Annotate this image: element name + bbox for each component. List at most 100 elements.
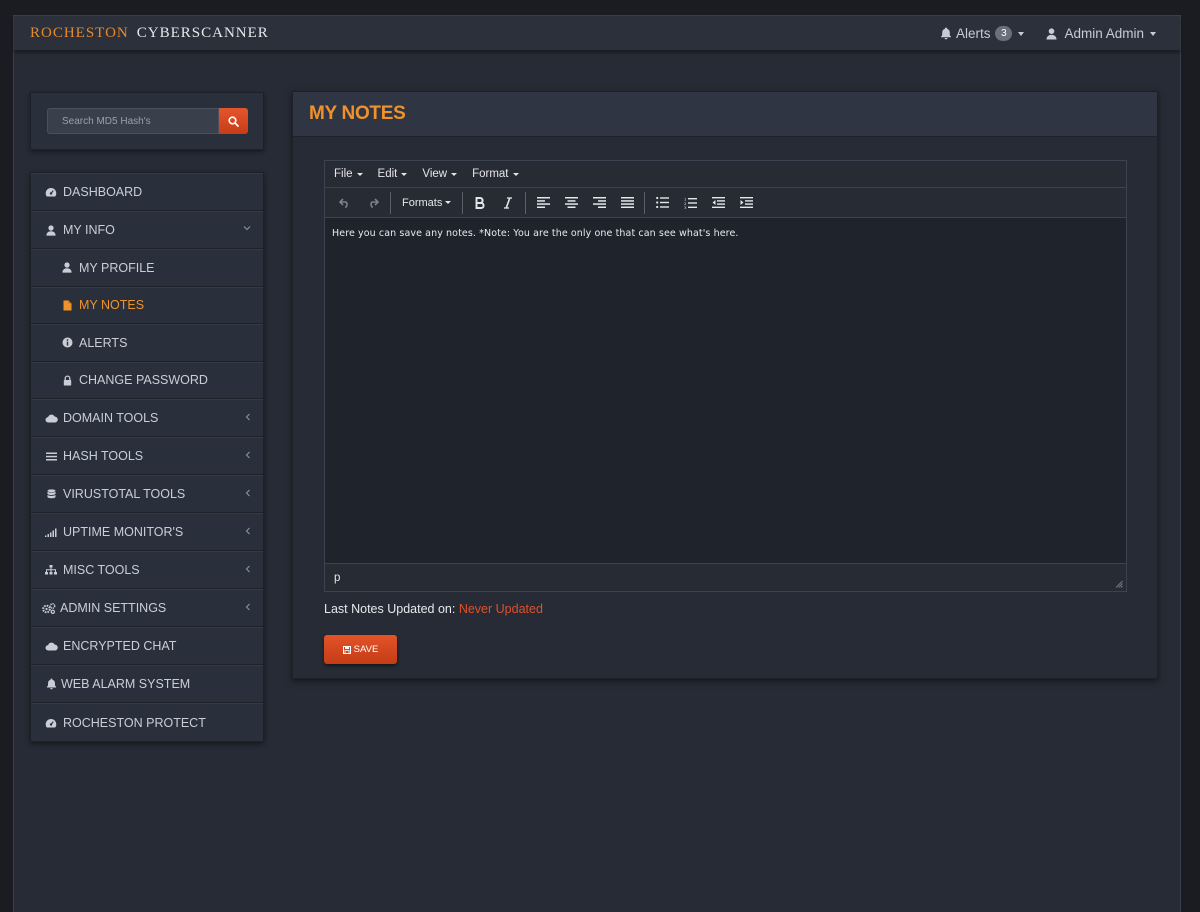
element-path[interactable]: p bbox=[334, 572, 340, 584]
search-md5-input[interactable] bbox=[47, 108, 219, 134]
italic-button[interactable] bbox=[494, 191, 522, 215]
sidebar-item-label: ROCHESTON PROTECT bbox=[63, 715, 206, 730]
search-icon bbox=[228, 115, 239, 127]
sidebar-item-label: DOMAIN TOOLS bbox=[63, 411, 159, 425]
chevron-left-icon bbox=[245, 527, 250, 535]
file-icon bbox=[63, 300, 71, 311]
svg-text:3: 3 bbox=[684, 205, 687, 209]
align-justify-icon bbox=[620, 197, 634, 208]
sidebar-item-my-profile[interactable]: MY PROFILE bbox=[31, 249, 263, 287]
last-updated-line: Last Notes Updated on: Never Updated bbox=[324, 602, 543, 616]
undo-button[interactable] bbox=[331, 191, 359, 215]
sidebar-item-label: ALERTS bbox=[79, 335, 128, 350]
signal-icon bbox=[45, 528, 57, 537]
sidebar-item-admin-settings[interactable]: ADMIN SETTINGS bbox=[31, 589, 263, 627]
outdent-icon bbox=[711, 197, 725, 208]
top-navbar: ROCHESTON CYBERSCANNER Alerts 3 Admin Adm… bbox=[14, 16, 1180, 51]
sidebar-item-my-info[interactable]: MY INFO bbox=[31, 211, 263, 249]
user-icon bbox=[62, 262, 72, 273]
sidebar-item-rocheston-protect[interactable]: ROCHESTON PROTECT bbox=[31, 703, 263, 741]
chevron-left-icon bbox=[245, 565, 250, 573]
align-right-button[interactable] bbox=[585, 191, 613, 215]
resize-handle-icon[interactable] bbox=[1115, 580, 1123, 588]
redo-button[interactable] bbox=[359, 191, 387, 215]
sidebar-item-label: MISC TOOLS bbox=[63, 563, 140, 577]
chevron-down-icon bbox=[356, 172, 363, 176]
menu-view[interactable]: View bbox=[422, 168, 458, 180]
chevron-down-icon bbox=[1018, 31, 1025, 36]
gears-icon bbox=[42, 602, 56, 614]
bell-icon bbox=[940, 27, 951, 40]
numbered-list-icon: 123 bbox=[684, 197, 697, 209]
sidebar-item-label: WEB ALARM SYSTEM bbox=[61, 677, 191, 691]
formats-dropdown[interactable]: Formats bbox=[394, 191, 459, 215]
chevron-down-icon bbox=[243, 226, 251, 231]
page-title: MY NOTES bbox=[309, 103, 406, 124]
toolbar-divider bbox=[525, 191, 527, 214]
sidebar-item-domain-tools[interactable]: DOMAIN TOOLS bbox=[31, 399, 263, 437]
notes-text: Here you can save any notes. *Note: You … bbox=[332, 228, 739, 239]
save-button-label: SAVE bbox=[353, 644, 379, 655]
alerts-dropdown[interactable]: Alerts 3 bbox=[940, 26, 1025, 41]
chevron-left-icon bbox=[245, 603, 250, 611]
sidebar-item-web-alarm-system[interactable]: WEB ALARM SYSTEM bbox=[31, 665, 263, 703]
editor-content-area[interactable]: Here you can save any notes. *Note: You … bbox=[325, 219, 1126, 564]
formats-label: Formats bbox=[402, 196, 443, 209]
save-button[interactable]: SAVE bbox=[324, 635, 397, 664]
sidebar-item-label: MY NOTES bbox=[79, 298, 145, 313]
toolbar-divider bbox=[462, 191, 464, 214]
redo-icon bbox=[370, 197, 379, 208]
sidebar-item-my-notes[interactable]: MY NOTES bbox=[31, 286, 263, 324]
sidebar-item-label: MY PROFILE bbox=[79, 260, 155, 275]
sidebar-item-virustotal-tools[interactable]: VIRUSTOTAL TOOLS bbox=[31, 475, 263, 513]
notes-panel: MY NOTES File Edit View Format Formats 1… bbox=[292, 91, 1158, 679]
align-justify-button[interactable] bbox=[613, 191, 641, 215]
menu-edit[interactable]: Edit bbox=[378, 168, 408, 180]
align-center-button[interactable] bbox=[557, 191, 585, 215]
chevron-down-icon bbox=[451, 172, 458, 176]
last-updated-value: Never Updated bbox=[458, 602, 543, 616]
outdent-button[interactable] bbox=[704, 191, 732, 215]
undo-icon bbox=[339, 197, 348, 208]
align-left-button[interactable] bbox=[529, 191, 557, 215]
panel-header: MY NOTES bbox=[293, 92, 1157, 137]
sidebar-item-dashboard[interactable]: DASHBOARD bbox=[31, 173, 263, 211]
sidebar-item-label: MY INFO bbox=[63, 223, 115, 237]
chevron-down-icon bbox=[512, 172, 519, 176]
sidebar-item-label: ENCRYPTED CHAT bbox=[63, 639, 177, 653]
user-name-label: Admin Admin bbox=[1064, 26, 1144, 41]
sidebar-item-label: VIRUSTOTAL TOOLS bbox=[63, 487, 186, 501]
sidebar-item-misc-tools[interactable]: MISC TOOLS bbox=[31, 551, 263, 589]
search-button[interactable] bbox=[219, 108, 248, 134]
sidebar-item-label: DASHBOARD bbox=[63, 185, 143, 199]
sidebar-item-change-password[interactable]: CHANGE PASSWORD bbox=[31, 361, 263, 399]
bold-icon bbox=[475, 196, 485, 209]
indent-button[interactable] bbox=[732, 191, 760, 215]
bullet-list-button[interactable] bbox=[648, 191, 676, 215]
user-menu-dropdown[interactable]: Admin Admin bbox=[1046, 26, 1156, 41]
indent-icon bbox=[739, 197, 753, 208]
editor-menubar: File Edit View Format bbox=[325, 161, 1126, 188]
menu-format[interactable]: Format bbox=[472, 168, 519, 180]
bell-icon bbox=[46, 678, 56, 690]
user-icon bbox=[46, 224, 56, 236]
numbered-list-button[interactable]: 123 bbox=[676, 191, 704, 215]
sidebar-item-encrypted-chat[interactable]: ENCRYPTED CHAT bbox=[31, 627, 263, 665]
sidebar-item-label: CHANGE PASSWORD bbox=[79, 373, 208, 388]
brand-logo[interactable]: ROCHESTON CYBERSCANNER bbox=[30, 25, 269, 43]
sidebar-item-uptime-monitors[interactable]: UPTIME MONITOR'S bbox=[31, 513, 263, 551]
brand-name-part2: CYBERSCANNER bbox=[136, 25, 269, 41]
dashboard-icon bbox=[45, 718, 57, 727]
bold-button[interactable] bbox=[466, 191, 494, 215]
editor-statusbar: p bbox=[325, 563, 1126, 591]
info-icon bbox=[62, 337, 72, 348]
menu-view-label: View bbox=[422, 168, 448, 180]
sitemap-icon bbox=[45, 565, 57, 575]
chevron-down-icon bbox=[401, 172, 408, 176]
sidebar-item-hash-tools[interactable]: HASH TOOLS bbox=[31, 437, 263, 475]
align-left-icon bbox=[536, 197, 550, 208]
chevron-left-icon bbox=[245, 451, 250, 459]
menu-file[interactable]: File bbox=[334, 168, 363, 180]
sidebar-item-alerts[interactable]: ALERTS bbox=[31, 324, 263, 362]
bullet-list-icon bbox=[655, 197, 669, 208]
